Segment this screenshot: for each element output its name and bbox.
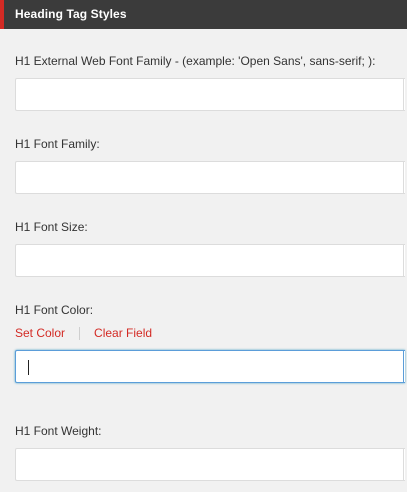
h1-external-font-label: H1 External Web Font Family - (example: … — [15, 54, 376, 68]
h1-font-color-input[interactable] — [15, 350, 405, 383]
text-caret — [28, 360, 29, 375]
input-right-edge — [403, 78, 407, 111]
h1-external-font-input[interactable] — [15, 78, 405, 111]
h1-font-size-input[interactable] — [15, 244, 405, 277]
clear-field-link[interactable]: Clear Field — [94, 326, 152, 340]
h1-font-weight-input[interactable] — [15, 448, 405, 481]
input-right-edge — [403, 161, 407, 194]
h1-font-weight-label: H1 Font Weight: — [15, 424, 102, 438]
link-separator — [79, 327, 81, 341]
section-accent-bar — [0, 0, 4, 29]
section-header: Heading Tag Styles — [0, 0, 407, 29]
input-right-edge — [403, 350, 407, 383]
input-right-edge — [403, 448, 407, 481]
input-right-edge — [403, 244, 407, 277]
h1-font-family-input[interactable] — [15, 161, 405, 194]
set-color-link[interactable]: Set Color — [15, 326, 65, 340]
h1-font-family-label: H1 Font Family: — [15, 137, 100, 151]
color-actions: Set Color Clear Field — [15, 326, 152, 341]
section-title: Heading Tag Styles — [15, 7, 127, 21]
h1-font-color-label: H1 Font Color: — [15, 303, 94, 317]
heading-tag-styles-panel: Heading Tag Styles H1 External Web Font … — [0, 0, 407, 492]
h1-font-size-label: H1 Font Size: — [15, 220, 88, 234]
